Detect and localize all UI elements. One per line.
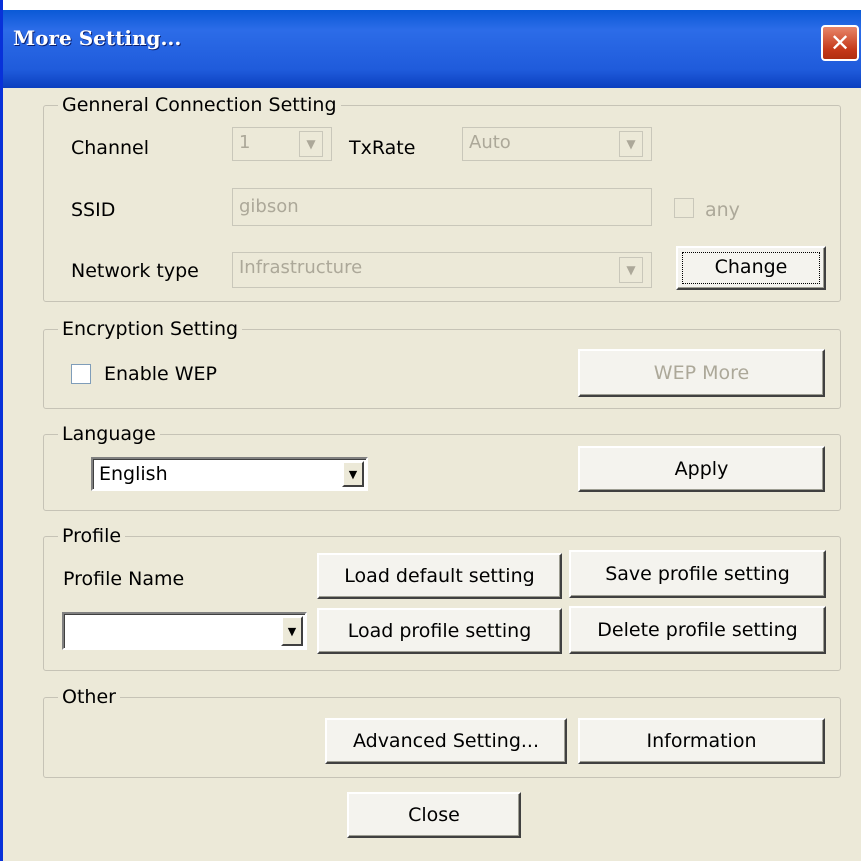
wep-more-button[interactable]: WEP More xyxy=(578,349,825,397)
load-profile-setting-button[interactable]: Load profile setting xyxy=(317,608,562,654)
language-value: English xyxy=(99,463,168,485)
network-type-label: Network type xyxy=(71,260,199,282)
chevron-down-icon: ▼ xyxy=(619,131,643,157)
any-checkbox[interactable] xyxy=(674,198,694,218)
ssid-input[interactable]: gibson xyxy=(232,188,652,226)
delete-profile-setting-button[interactable]: Delete profile setting xyxy=(569,606,826,654)
network-type-select[interactable]: Infrastructure ▼ xyxy=(232,252,652,288)
channel-label: Channel xyxy=(71,137,150,159)
more-setting-dialog: More Setting... ✕ Genneral Connection Se… xyxy=(0,0,861,861)
delete-profile-setting-label: Delete profile setting xyxy=(597,619,798,641)
load-profile-setting-label: Load profile setting xyxy=(347,620,532,642)
channel-value: 1 xyxy=(239,132,251,153)
close-button-label: Close xyxy=(408,804,460,826)
language-legend: Language xyxy=(62,423,156,445)
title-bar[interactable]: More Setting... ✕ xyxy=(3,0,861,88)
any-label: any xyxy=(705,199,740,221)
chevron-down-icon[interactable]: ▼ xyxy=(281,616,303,646)
close-icon[interactable]: ✕ xyxy=(821,25,859,61)
window-title: More Setting... xyxy=(13,26,182,50)
enable-wep-label: Enable WEP xyxy=(104,363,218,385)
profile-name-label: Profile Name xyxy=(63,568,185,590)
txrate-select[interactable]: Auto ▼ xyxy=(462,127,652,161)
apply-button[interactable]: Apply xyxy=(578,446,825,492)
ssid-value: gibson xyxy=(239,196,299,217)
txrate-value: Auto xyxy=(469,132,511,153)
apply-button-label: Apply xyxy=(674,458,729,480)
chevron-down-icon[interactable]: ▼ xyxy=(342,461,364,487)
enable-wep-checkbox[interactable] xyxy=(71,364,91,384)
chevron-down-icon: ▼ xyxy=(299,131,323,157)
general-connection-legend: Genneral Connection Setting xyxy=(62,94,337,116)
save-profile-setting-button[interactable]: Save profile setting xyxy=(569,550,826,598)
channel-select[interactable]: 1 ▼ xyxy=(232,127,332,161)
close-button[interactable]: Close xyxy=(347,792,521,838)
profile-name-select[interactable]: ▼ xyxy=(62,612,307,650)
ssid-label: SSID xyxy=(71,199,116,221)
advanced-setting-button[interactable]: Advanced Setting... xyxy=(325,718,567,764)
advanced-setting-label: Advanced Setting... xyxy=(352,730,540,752)
save-profile-setting-label: Save profile setting xyxy=(605,563,790,585)
load-default-setting-label: Load default setting xyxy=(344,565,535,587)
load-default-setting-button[interactable]: Load default setting xyxy=(317,553,562,599)
network-type-value: Infrastructure xyxy=(239,257,363,278)
information-button[interactable]: Information xyxy=(578,718,825,764)
change-button[interactable]: Change xyxy=(676,246,826,290)
profile-legend: Profile xyxy=(62,525,122,547)
txrate-label: TxRate xyxy=(349,137,416,159)
wep-more-button-label: WEP More xyxy=(653,362,750,384)
chevron-down-icon: ▼ xyxy=(619,257,643,283)
focus-ring xyxy=(682,252,820,284)
information-label: Information xyxy=(646,730,757,752)
other-legend: Other xyxy=(62,686,116,708)
language-select[interactable]: English ▼ xyxy=(91,457,368,491)
encryption-legend: Encryption Setting xyxy=(62,318,239,340)
